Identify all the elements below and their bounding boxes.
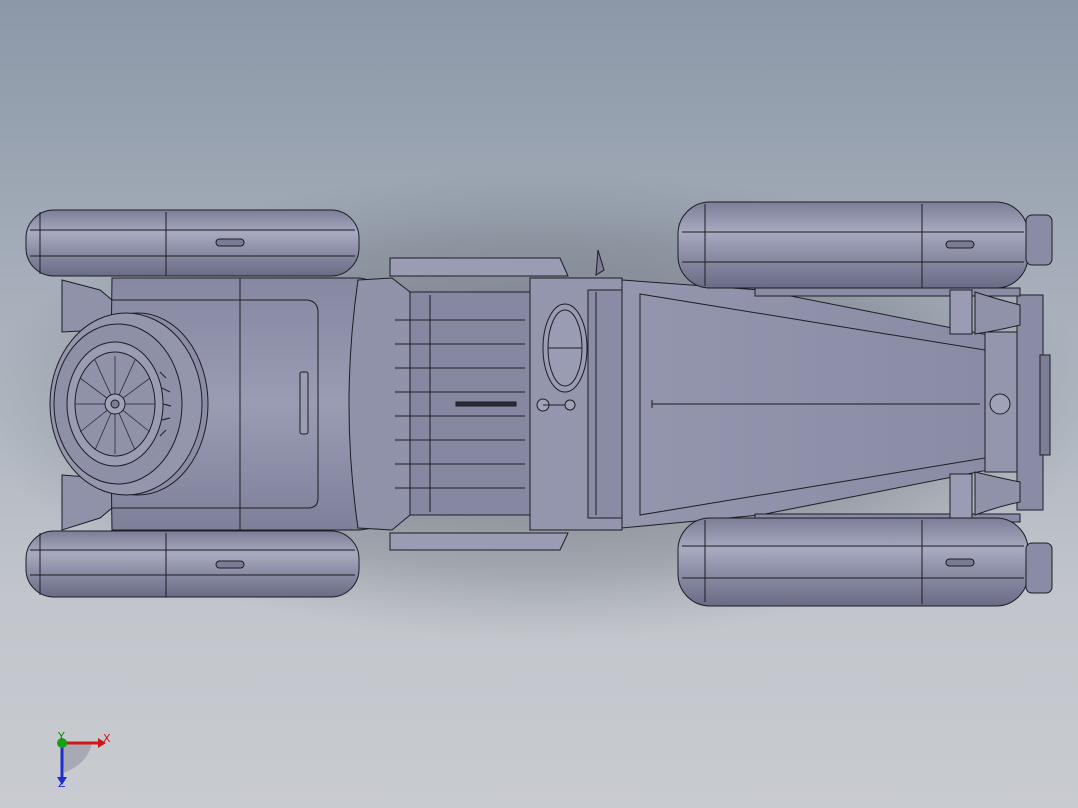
x-axis-label: X <box>103 732 111 745</box>
spare-wheel <box>49 312 209 496</box>
orientation-triad[interactable] <box>40 725 130 795</box>
dashboard <box>529 249 623 531</box>
y-axis-label: Y <box>58 730 65 743</box>
rear-left-tire <box>25 209 360 277</box>
front-left-tire <box>677 201 1053 289</box>
graphics-viewport[interactable]: X Y Z <box>0 0 1078 808</box>
front-right-tire <box>677 517 1053 607</box>
rear-right-tire <box>25 530 360 598</box>
car-model-top-view[interactable] <box>0 0 1078 808</box>
triad-plane <box>62 743 92 773</box>
z-axis-label: Z <box>58 777 66 790</box>
